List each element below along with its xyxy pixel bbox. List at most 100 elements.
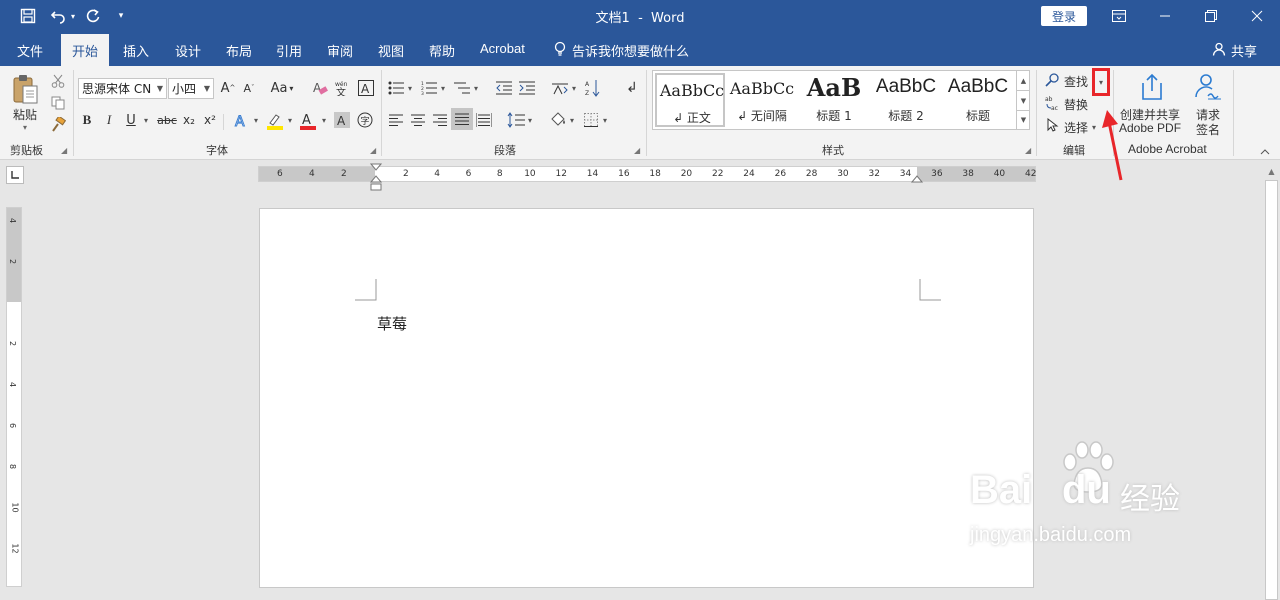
replace-button[interactable]: 替换	[1064, 96, 1088, 113]
distributed-icon[interactable]	[475, 110, 493, 130]
scrollbar-thumb[interactable]	[1265, 180, 1278, 600]
align-center-icon[interactable]	[409, 110, 427, 130]
font-size-combo[interactable]: 小四 ▼	[168, 78, 214, 99]
gallery-more-icon[interactable]: ▼	[1016, 110, 1030, 129]
tab-design[interactable]: 设计	[175, 41, 201, 60]
person-icon[interactable]	[1211, 40, 1227, 58]
minimize-icon[interactable]	[1152, 6, 1178, 26]
line-spacing-icon[interactable]	[506, 110, 526, 130]
find-dropdown-button[interactable]: ▾	[1092, 68, 1110, 96]
bullets-icon[interactable]	[387, 79, 405, 97]
grow-font-button[interactable]: A ^	[219, 78, 237, 98]
tab-view[interactable]: 视图	[378, 41, 404, 60]
style-no-spacing[interactable]: AaBbCc ↲ 无间隔	[727, 73, 797, 127]
find-button[interactable]: 查找	[1064, 73, 1088, 90]
ribbon-display-icon[interactable]	[1108, 7, 1130, 25]
gallery-scroll-down-icon[interactable]: ▼	[1016, 90, 1030, 110]
tab-acrobat[interactable]: Acrobat	[480, 41, 525, 56]
borders-dropdown-icon[interactable]: ▾	[601, 114, 609, 126]
shading-icon[interactable]	[548, 110, 568, 130]
font-color-dropdown-icon[interactable]: ▾	[319, 114, 329, 126]
line-spacing-dropdown-icon[interactable]: ▾	[526, 114, 534, 126]
character-border-icon[interactable]: A	[357, 78, 375, 98]
tab-references[interactable]: 引用	[276, 41, 302, 60]
highlight-color-icon[interactable]	[265, 111, 285, 131]
find-icon[interactable]	[1044, 72, 1060, 88]
replace-icon[interactable]: ab ac	[1044, 94, 1062, 112]
font-name-combo[interactable]: 思源宋体 CN ▼	[78, 78, 167, 99]
style-heading-2[interactable]: AaBbC 标题 2	[871, 73, 941, 127]
strikethrough-button[interactable]: abc	[156, 110, 178, 130]
italic-button[interactable]: I	[101, 110, 117, 130]
format-painter-icon[interactable]	[49, 116, 67, 134]
numbering-dropdown-icon[interactable]: ▾	[439, 82, 447, 94]
multilevel-dropdown-icon[interactable]: ▾	[472, 82, 480, 94]
tab-selector[interactable]	[6, 166, 24, 184]
borders-icon[interactable]	[582, 110, 600, 130]
text-effects-icon[interactable]: A	[232, 111, 250, 129]
vertical-ruler[interactable]: 4 2 2 4 6 8 10 12	[6, 207, 22, 587]
tell-me-input[interactable]: 告诉我你想要做什么	[572, 41, 689, 60]
style-title[interactable]: AaBbC 标题	[943, 73, 1013, 127]
vertical-scrollbar[interactable]: ▲	[1263, 164, 1280, 600]
tab-home[interactable]: 开始	[61, 34, 109, 66]
increase-indent-icon[interactable]	[518, 79, 536, 97]
undo-icon[interactable]	[48, 7, 68, 25]
align-right-icon[interactable]	[431, 110, 449, 130]
restore-icon[interactable]	[1198, 6, 1224, 26]
clear-formatting-icon[interactable]: A	[311, 79, 329, 97]
bullets-dropdown-icon[interactable]: ▾	[406, 82, 414, 94]
shrink-font-button[interactable]: Aˇ	[240, 78, 258, 98]
close-icon[interactable]	[1244, 6, 1270, 26]
horizontal-ruler[interactable]: 6 4 2 2 4 6 8 10 12 14 16 18 20 22 24 26 28 30 32 34 36 38…	[258, 163, 1036, 191]
hanging-indent-marker[interactable]	[370, 175, 382, 191]
right-indent-marker[interactable]	[911, 175, 923, 183]
document-text[interactable]: 草莓	[377, 313, 407, 334]
clipboard-launcher-icon[interactable]: ◢	[61, 146, 67, 155]
numbering-icon[interactable]: 123	[420, 79, 438, 97]
scroll-up-icon[interactable]: ▲	[1263, 164, 1280, 178]
subscript-button[interactable]: x₂	[180, 110, 198, 130]
font-launcher-icon[interactable]: ◢	[370, 146, 376, 155]
underline-button[interactable]: U	[123, 110, 139, 130]
select-dropdown-icon[interactable]: ▾	[1089, 121, 1099, 133]
login-button[interactable]: 登录	[1041, 6, 1087, 26]
justify-icon[interactable]	[451, 108, 473, 130]
gallery-scroll-up-icon[interactable]: ▲	[1016, 71, 1030, 90]
decrease-indent-icon[interactable]	[495, 79, 513, 97]
style-normal[interactable]: AaBbCc ↲ 正文	[655, 73, 725, 127]
shading-dropdown-icon[interactable]: ▾	[568, 114, 576, 126]
tab-layout[interactable]: 布局	[226, 41, 252, 60]
select-button[interactable]: 选择	[1064, 119, 1088, 136]
document-page[interactable]: 草莓	[259, 208, 1034, 588]
lightbulb-icon[interactable]	[553, 40, 567, 58]
create-pdf-icon[interactable]	[1139, 72, 1165, 102]
enclose-characters-icon[interactable]: 字	[356, 110, 374, 130]
multilevel-list-icon[interactable]	[453, 79, 471, 97]
chinese-layout-icon[interactable]	[550, 79, 570, 97]
styles-launcher-icon[interactable]: ◢	[1025, 146, 1031, 155]
bold-button[interactable]: B	[79, 110, 95, 130]
cut-icon[interactable]	[49, 72, 67, 90]
tab-review[interactable]: 审阅	[327, 41, 353, 60]
save-icon[interactable]	[18, 7, 38, 25]
paste-icon[interactable]	[10, 72, 40, 106]
tab-help[interactable]: 帮助	[429, 41, 455, 60]
change-case-button[interactable]: Aa ▾	[268, 78, 296, 98]
highlight-dropdown-icon[interactable]: ▾	[285, 114, 295, 126]
align-left-icon[interactable]	[387, 110, 405, 130]
undo-dropdown-icon[interactable]: ▾	[68, 9, 78, 23]
character-shading-icon[interactable]: A	[333, 110, 351, 130]
tab-file[interactable]: 文件	[17, 41, 43, 60]
show-hide-marks-icon[interactable]: ↲	[623, 79, 641, 97]
share-button[interactable]: 共享	[1231, 41, 1257, 60]
text-effects-dropdown-icon[interactable]: ▾	[251, 114, 261, 126]
tab-insert[interactable]: 插入	[123, 41, 149, 60]
customize-toolbar-icon[interactable]: ▾	[114, 9, 128, 23]
style-heading-1[interactable]: AaB 标题 1	[799, 73, 869, 127]
superscript-button[interactable]: x²	[201, 110, 219, 130]
phonetic-guide-icon[interactable]: wén 文	[333, 79, 353, 97]
font-color-icon[interactable]: A	[298, 111, 318, 131]
redo-icon[interactable]	[84, 7, 102, 25]
collapse-ribbon-icon[interactable]	[1258, 146, 1272, 158]
